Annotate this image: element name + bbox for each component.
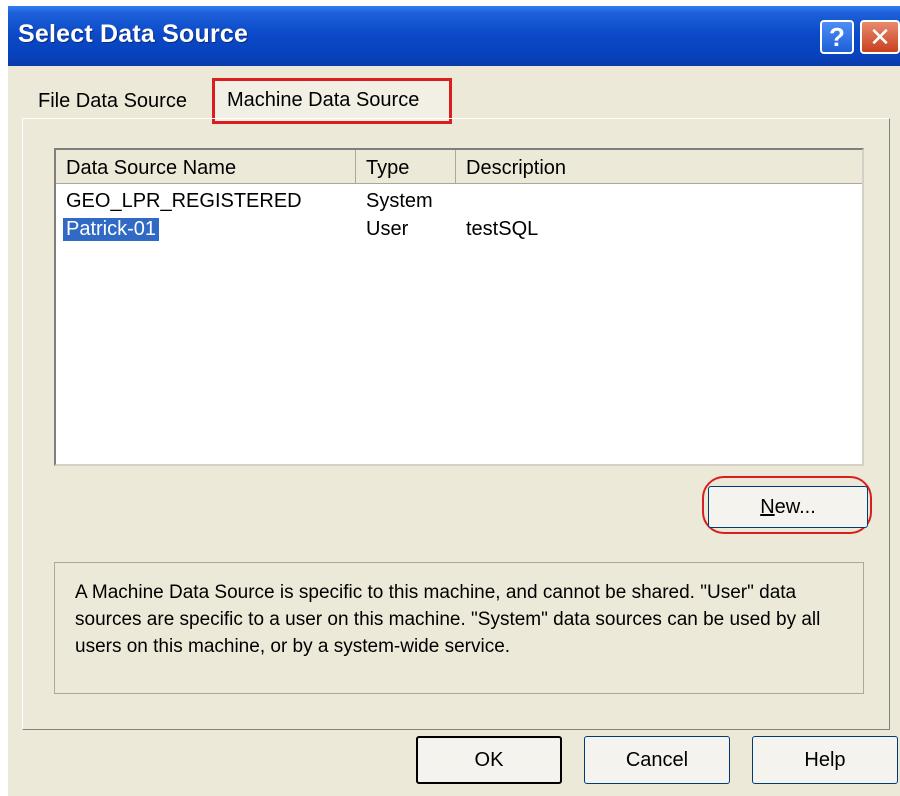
list-item-description: testSQL	[466, 218, 539, 240]
select-data-source-dialog: Select Data Source ? ✕ File Data Source …	[8, 6, 900, 796]
column-header-description[interactable]: Description	[456, 150, 862, 184]
new-button[interactable]: New...	[708, 486, 868, 528]
column-header-type[interactable]: Type	[356, 150, 456, 184]
list-item-type: System	[366, 190, 433, 212]
ok-button[interactable]: OK	[416, 736, 562, 784]
list-item-type: User	[366, 218, 409, 240]
close-icon[interactable]: ✕	[860, 20, 900, 54]
new-button-label: ew...	[774, 495, 816, 518]
dialog-title: Select Data Source	[18, 20, 249, 48]
tab-file-data-source[interactable]: File Data Source	[38, 90, 187, 113]
list-item-name-selected[interactable]: Patrick-01	[63, 218, 160, 241]
cancel-button[interactable]: Cancel	[584, 736, 730, 784]
help-button[interactable]: Help	[752, 736, 898, 784]
help-icon[interactable]: ?	[820, 20, 854, 54]
description-text: A Machine Data Source is specific to thi…	[75, 582, 821, 657]
new-button-mnemonic: N	[760, 495, 775, 518]
title-bar: Select Data Source ? ✕	[8, 6, 900, 66]
data-source-list[interactable]: Data Source Name Type Description GEO_LP…	[54, 148, 864, 466]
description-box: A Machine Data Source is specific to thi…	[54, 562, 864, 694]
column-header-name[interactable]: Data Source Name	[56, 150, 356, 184]
list-item-name[interactable]: GEO_LPR_REGISTERED	[66, 190, 302, 213]
